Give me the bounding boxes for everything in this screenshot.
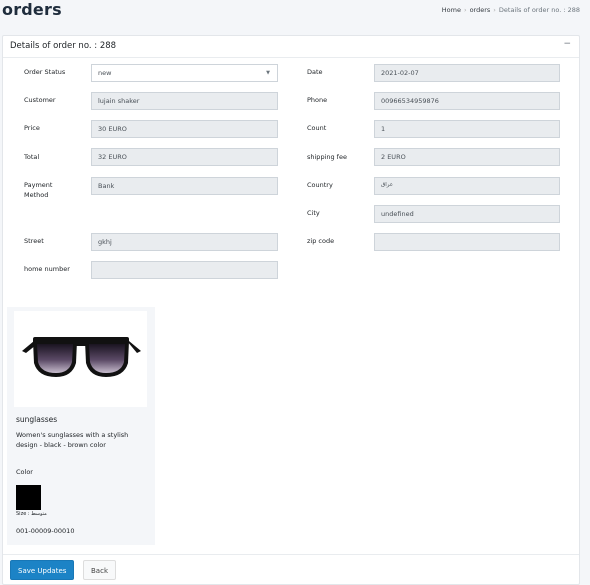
total-field[interactable]: 32 EURO (91, 148, 278, 166)
breadcrumb-home-link[interactable]: Home (442, 6, 461, 14)
phone-label: Phone (307, 96, 328, 104)
color-swatch (16, 485, 41, 510)
back-button[interactable]: Back (83, 560, 116, 580)
breadcrumb: Home › orders › Details of order no. : 2… (442, 6, 580, 14)
payment-method-label: Payment Method (24, 181, 53, 199)
breadcrumb-orders-link[interactable]: orders (470, 6, 491, 14)
payment-method-field[interactable]: Bank (91, 177, 278, 195)
count-label: Count (307, 124, 327, 132)
date-label: Date (307, 68, 323, 76)
chevron-down-icon: ▼ (266, 70, 270, 76)
city-field[interactable]: undefined (374, 205, 560, 223)
breadcrumb-current: Details of order no. : 288 (498, 6, 580, 14)
sunglasses-icon (22, 337, 141, 377)
product-image (14, 311, 147, 407)
date-field[interactable]: 2021-02-07 (374, 64, 560, 82)
street-label: Street (24, 237, 44, 245)
product-sku: 001-00009-00010 (16, 527, 75, 535)
product-description: Women's sunglasses with a stylish design… (16, 431, 129, 449)
count-field[interactable]: 1 (374, 120, 560, 138)
card-footer: Save Updates Back (3, 554, 579, 584)
home-number-field[interactable] (91, 261, 278, 279)
product-size: Size : متوسط (16, 511, 47, 517)
card-title: Details of order no. : 288 (10, 41, 117, 51)
product-color-label: Color (16, 468, 33, 476)
save-updates-button[interactable]: Save Updates (10, 560, 75, 580)
customer-label: Customer (24, 96, 56, 104)
shipping-fee-field[interactable]: 2 EURO (374, 148, 560, 166)
collapse-button[interactable]: − (563, 39, 571, 49)
page-title: orders (2, 0, 62, 19)
city-label: City (307, 209, 320, 217)
total-label: Total (24, 153, 40, 161)
order-status-label: Order Status (24, 68, 66, 76)
shipping-fee-label: shipping fee (307, 153, 347, 161)
order-status-value: new (98, 69, 112, 77)
price-field[interactable]: 30 EURO (91, 120, 278, 138)
country-label: Country (307, 181, 333, 189)
breadcrumb-separator: › (463, 6, 467, 14)
street-field[interactable]: gkhj (91, 233, 278, 251)
price-label: Price (24, 124, 40, 132)
country-field[interactable]: عراق (374, 177, 560, 195)
order-status-select[interactable]: new ▼ (91, 64, 278, 82)
zip-code-field[interactable] (374, 233, 560, 251)
breadcrumb-separator: › (493, 6, 496, 14)
card-header: Details of order no. : 288 − (3, 36, 579, 58)
home-number-label: home number (24, 265, 70, 273)
phone-field[interactable]: 00966534959876 (374, 92, 560, 110)
customer-field[interactable]: lujain shaker (91, 92, 278, 110)
zip-code-label: zip code (307, 237, 335, 245)
product-name: sunglasses (16, 415, 58, 424)
